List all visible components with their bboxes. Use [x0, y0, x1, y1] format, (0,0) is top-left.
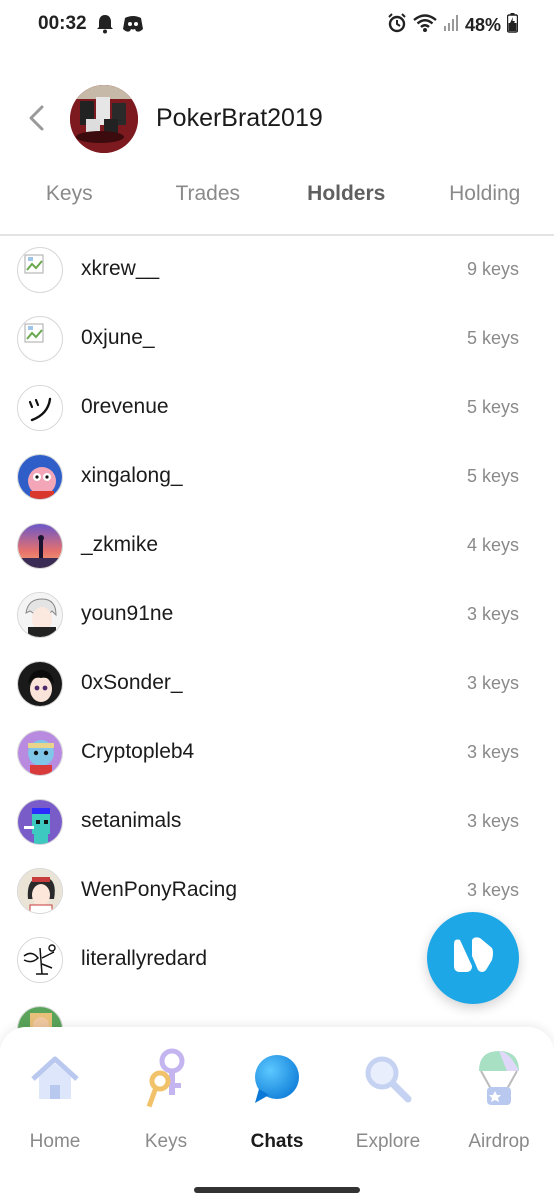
page-title: PokerBrat2019 — [156, 104, 323, 132]
holder-name: setanimals — [81, 809, 182, 832]
holder-name: 0xjune_ — [81, 326, 155, 349]
tab-keys[interactable]: Keys — [0, 168, 139, 220]
nav-explore[interactable]: Explore — [333, 1041, 443, 1161]
bell-icon — [96, 14, 114, 39]
status-right-icons: 48% — [387, 13, 519, 38]
bottom-nav: Home Keys Chats Explore Airdrop — [0, 1027, 554, 1183]
nav-home-label: Home — [29, 1131, 81, 1152]
tab-holding[interactable]: Holding — [416, 168, 554, 220]
nav-airdrop-label: Airdrop — [468, 1131, 530, 1152]
holder-keys-count: 3 keys — [466, 604, 519, 624]
tab-trades[interactable]: Trades — [139, 168, 278, 220]
list-item[interactable]: xingalong_ 5 keys — [0, 443, 554, 512]
wifi-icon — [413, 13, 437, 38]
chevron-left-icon — [27, 104, 45, 137]
holder-name: Cryptopleb4 — [81, 740, 195, 763]
anime-avatar — [17, 661, 63, 707]
keys-icon — [138, 1047, 194, 1111]
holder-keys-count: 4 keys — [466, 535, 519, 555]
broken-image-avatar — [17, 247, 63, 293]
holder-keys-count: 3 keys — [466, 673, 519, 693]
tab-holders[interactable]: Holders — [277, 168, 416, 220]
app-logo-icon — [450, 936, 496, 981]
profile-header: PokerBrat2019 — [0, 80, 554, 160]
list-item[interactable]: 0xSonder_ 3 keys — [0, 650, 554, 719]
holder-keys-count: 5 keys — [466, 397, 519, 417]
nav-chats-label: Chats — [250, 1131, 304, 1152]
battery-percent: 48% — [464, 15, 501, 35]
parachute-icon — [471, 1047, 527, 1111]
list-item[interactable]: setanimals 3 keys — [0, 788, 554, 857]
new-message-fab[interactable] — [427, 912, 519, 1004]
alarm-icon — [387, 13, 407, 38]
sketch-avatar — [17, 937, 63, 983]
anime-avatar — [17, 868, 63, 914]
list-item[interactable]: Cryptopleb4 3 keys — [0, 719, 554, 788]
holder-keys-count: 5 keys — [466, 328, 519, 348]
back-button[interactable] — [18, 102, 54, 138]
holder-name: _zkmike — [81, 533, 159, 556]
chat-bubble-icon — [249, 1047, 305, 1111]
list-item[interactable]: youn91ne 3 keys — [0, 581, 554, 650]
nav-chats[interactable]: Chats — [222, 1041, 332, 1161]
holder-keys-count: 3 keys — [466, 742, 519, 762]
holder-keys-count: 9 keys — [466, 259, 519, 279]
tab-bar: Keys Trades Holders Holding — [0, 168, 554, 220]
magnifier-icon — [360, 1047, 416, 1111]
list-item[interactable]: _zkmike 4 keys — [0, 512, 554, 581]
nav-home[interactable]: Home — [0, 1041, 110, 1161]
status-bar: 00:32 48% — [0, 0, 554, 50]
nav-airdrop[interactable]: Airdrop — [444, 1041, 554, 1161]
anime-avatar — [17, 592, 63, 638]
home-indicator[interactable] — [194, 1187, 360, 1193]
smiley-glyph-avatar — [17, 385, 63, 431]
signal-icon — [443, 14, 459, 37]
character-avatar — [17, 730, 63, 776]
nav-keys[interactable]: Keys — [111, 1041, 221, 1161]
discord-icon — [122, 14, 144, 39]
character-avatar — [17, 454, 63, 500]
holder-name: xingalong_ — [81, 464, 183, 487]
profile-avatar[interactable] — [70, 85, 138, 153]
holder-name: literallyredard — [81, 947, 208, 970]
list-item[interactable]: 0xjune_ 5 keys — [0, 305, 554, 374]
list-item[interactable]: xkrew__ 9 keys — [0, 236, 554, 305]
pixel-punk-avatar — [17, 799, 63, 845]
status-left-icons — [96, 14, 144, 39]
nav-explore-label: Explore — [355, 1131, 421, 1152]
nav-keys-label: Keys — [144, 1131, 188, 1152]
holder-name: 0revenue — [81, 395, 169, 418]
broken-image-avatar — [17, 316, 63, 362]
holder-name: WenPonyRacing — [81, 878, 238, 901]
list-item[interactable]: 0revenue 5 keys — [0, 374, 554, 443]
holder-keys-count: 3 keys — [466, 880, 519, 900]
holder-name: youn91ne — [81, 602, 174, 625]
holder-keys-count: 5 keys — [466, 466, 519, 486]
holder-name: 0xSonder_ — [81, 671, 183, 694]
status-time: 00:32 — [38, 13, 87, 34]
sunset-avatar — [17, 523, 63, 569]
battery-charging-icon — [506, 13, 519, 38]
holder-keys-count: 3 keys — [466, 811, 519, 831]
holder-name: xkrew__ — [81, 257, 160, 280]
home-icon — [27, 1047, 83, 1111]
